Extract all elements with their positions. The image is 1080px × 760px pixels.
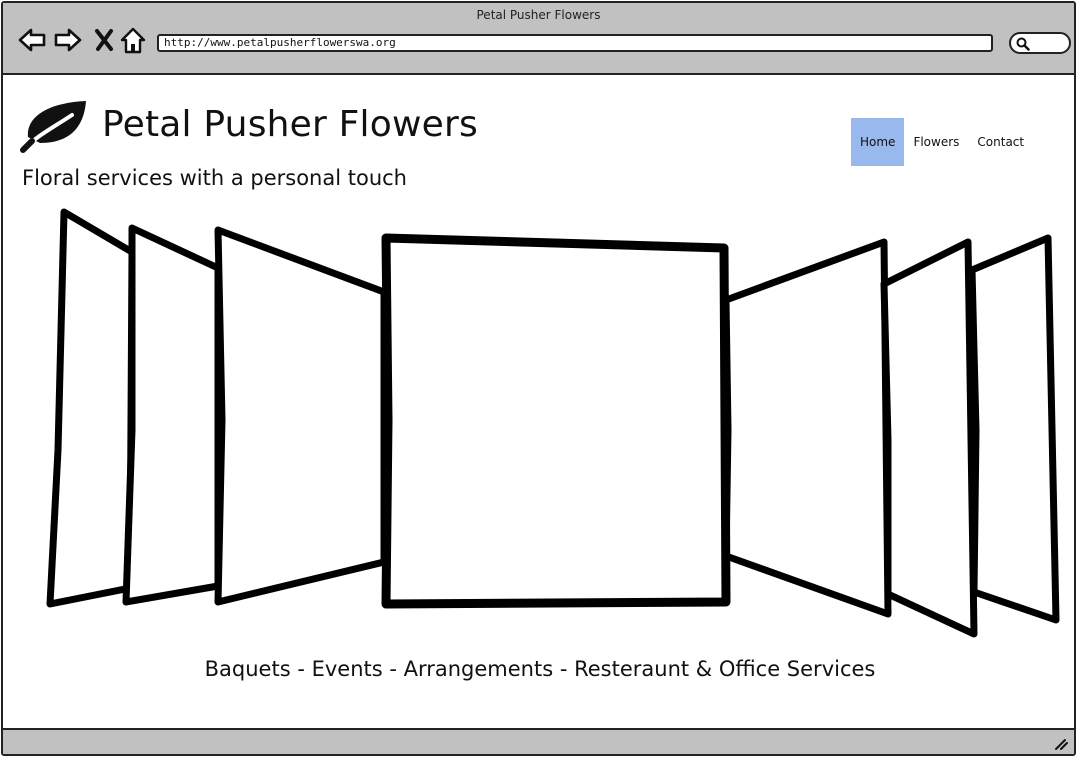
address-bar[interactable]: http://www.petalpusherflowerswa.org — [157, 34, 993, 52]
browser-statusbar — [3, 728, 1074, 754]
home-icon[interactable] — [119, 25, 149, 55]
close-x-icon[interactable] — [91, 25, 121, 55]
carousel-slide-right-2[interactable] — [880, 238, 978, 638]
browser-titlebar: Petal Pusher Flowers http://www.petalpus… — [3, 3, 1074, 75]
forward-arrow-icon[interactable] — [53, 25, 83, 55]
site-navigation: Home Flowers Contact — [851, 118, 1033, 166]
resize-grip-icon[interactable] — [1054, 738, 1068, 750]
services-line: Baquets - Events - Arrangements - Rester… — [204, 657, 876, 681]
carousel-slide-right-3[interactable] — [968, 234, 1060, 624]
back-arrow-icon[interactable] — [17, 25, 47, 55]
browser-search-field[interactable] — [1009, 32, 1071, 54]
image-carousel[interactable] — [0, 200, 1080, 650]
carousel-slide-left-3[interactable] — [46, 208, 136, 608]
nav-home[interactable]: Home — [851, 118, 905, 166]
carousel-slide-center[interactable] — [381, 233, 731, 609]
site-title: Petal Pusher Flowers — [102, 104, 478, 145]
nav-flowers[interactable]: Flowers — [904, 118, 968, 166]
carousel-slide-right-1[interactable] — [722, 238, 892, 618]
window-title: Petal Pusher Flowers — [476, 8, 601, 22]
leaf-icon — [20, 101, 87, 153]
carousel-slide-left-2[interactable] — [122, 224, 222, 606]
site-tagline: Floral services with a personal touch — [22, 166, 407, 190]
carousel-slide-left-1[interactable] — [214, 226, 388, 606]
magnifier-icon — [1016, 37, 1030, 51]
nav-contact[interactable]: Contact — [968, 118, 1033, 166]
